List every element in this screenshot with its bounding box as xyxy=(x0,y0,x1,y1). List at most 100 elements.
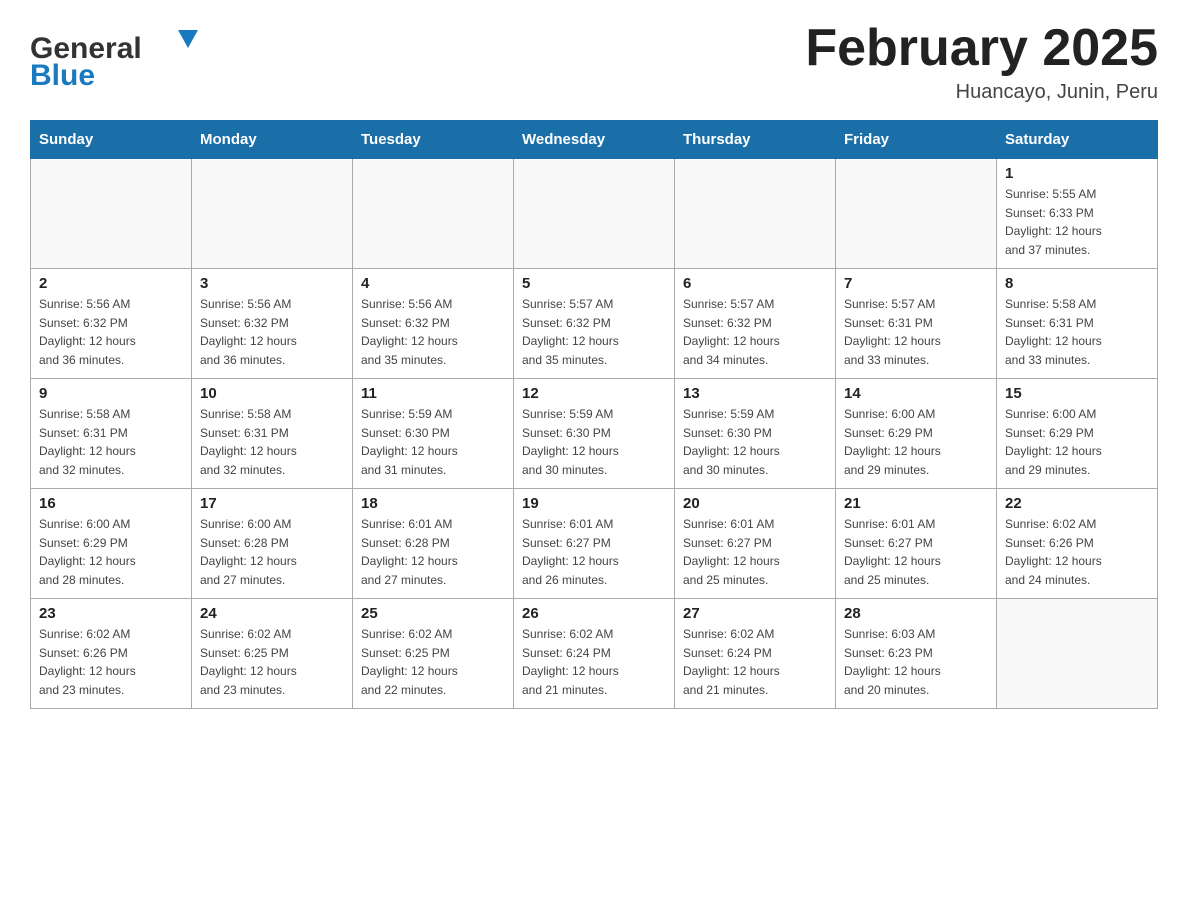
day-number: 15 xyxy=(1005,385,1149,402)
day-number: 7 xyxy=(844,275,988,292)
calendar-day-cell: 10 Sunrise: 5:58 AMSunset: 6:31 PMDayligh… xyxy=(192,379,353,489)
calendar-day-cell xyxy=(192,159,353,269)
day-number: 18 xyxy=(361,495,505,512)
logo-svg: General Blue xyxy=(30,20,210,90)
location-title: Huancayo, Junin, Peru xyxy=(805,81,1158,104)
day-info: Sunrise: 5:58 AMSunset: 6:31 PMDaylight:… xyxy=(39,405,183,479)
day-info: Sunrise: 6:02 AMSunset: 6:26 PMDaylight:… xyxy=(39,625,183,699)
calendar-day-cell: 19 Sunrise: 6:01 AMSunset: 6:27 PMDayligh… xyxy=(514,489,675,599)
day-info: Sunrise: 6:03 AMSunset: 6:23 PMDaylight:… xyxy=(844,625,988,699)
day-number: 26 xyxy=(522,605,666,622)
calendar-day-cell: 6 Sunrise: 5:57 AMSunset: 6:32 PMDaylight… xyxy=(675,269,836,379)
day-number: 1 xyxy=(1005,165,1149,182)
page-header: General Blue February 2025 Huancayo, Jun… xyxy=(30,20,1158,104)
day-info: Sunrise: 6:01 AMSunset: 6:27 PMDaylight:… xyxy=(522,515,666,589)
calendar-day-cell xyxy=(836,159,997,269)
calendar-day-cell: 17 Sunrise: 6:00 AMSunset: 6:28 PMDayligh… xyxy=(192,489,353,599)
day-info: Sunrise: 6:00 AMSunset: 6:29 PMDaylight:… xyxy=(1005,405,1149,479)
calendar-body: 1 Sunrise: 5:55 AMSunset: 6:33 PMDaylight… xyxy=(31,159,1158,709)
calendar-day-cell: 12 Sunrise: 5:59 AMSunset: 6:30 PMDayligh… xyxy=(514,379,675,489)
day-info: Sunrise: 5:57 AMSunset: 6:32 PMDaylight:… xyxy=(522,295,666,369)
day-info: Sunrise: 6:02 AMSunset: 6:26 PMDaylight:… xyxy=(1005,515,1149,589)
calendar-day-cell: 3 Sunrise: 5:56 AMSunset: 6:32 PMDaylight… xyxy=(192,269,353,379)
day-number: 20 xyxy=(683,495,827,512)
weekday-header-row: SundayMondayTuesdayWednesdayThursdayFrid… xyxy=(31,121,1158,159)
day-number: 27 xyxy=(683,605,827,622)
calendar-day-cell: 26 Sunrise: 6:02 AMSunset: 6:24 PMDayligh… xyxy=(514,599,675,709)
weekday-header-cell: Sunday xyxy=(31,121,192,159)
day-info: Sunrise: 5:56 AMSunset: 6:32 PMDaylight:… xyxy=(39,295,183,369)
title-block: February 2025 Huancayo, Junin, Peru xyxy=(805,20,1158,104)
day-info: Sunrise: 5:59 AMSunset: 6:30 PMDaylight:… xyxy=(522,405,666,479)
day-info: Sunrise: 5:57 AMSunset: 6:32 PMDaylight:… xyxy=(683,295,827,369)
calendar-day-cell: 8 Sunrise: 5:58 AMSunset: 6:31 PMDaylight… xyxy=(997,269,1158,379)
weekday-header-cell: Monday xyxy=(192,121,353,159)
day-info: Sunrise: 6:02 AMSunset: 6:24 PMDaylight:… xyxy=(522,625,666,699)
calendar-day-cell: 2 Sunrise: 5:56 AMSunset: 6:32 PMDaylight… xyxy=(31,269,192,379)
day-number: 10 xyxy=(200,385,344,402)
calendar-week-row: 23 Sunrise: 6:02 AMSunset: 6:26 PMDayligh… xyxy=(31,599,1158,709)
day-number: 13 xyxy=(683,385,827,402)
calendar-week-row: 16 Sunrise: 6:00 AMSunset: 6:29 PMDayligh… xyxy=(31,489,1158,599)
day-number: 16 xyxy=(39,495,183,512)
calendar-day-cell: 7 Sunrise: 5:57 AMSunset: 6:31 PMDaylight… xyxy=(836,269,997,379)
svg-text:Blue: Blue xyxy=(30,59,95,90)
day-info: Sunrise: 6:01 AMSunset: 6:27 PMDaylight:… xyxy=(844,515,988,589)
day-info: Sunrise: 5:55 AMSunset: 6:33 PMDaylight:… xyxy=(1005,185,1149,259)
calendar-day-cell: 14Sunrise: 6:00 AMSunset: 6:29 PMDayligh… xyxy=(836,379,997,489)
day-number: 17 xyxy=(200,495,344,512)
day-number: 9 xyxy=(39,385,183,402)
calendar-day-cell: 22 Sunrise: 6:02 AMSunset: 6:26 PMDayligh… xyxy=(997,489,1158,599)
day-number: 3 xyxy=(200,275,344,292)
calendar-day-cell: 11Sunrise: 5:59 AMSunset: 6:30 PMDayligh… xyxy=(353,379,514,489)
day-info: Sunrise: 6:02 AMSunset: 6:25 PMDaylight:… xyxy=(200,625,344,699)
logo: General Blue xyxy=(30,20,210,90)
day-number: 5 xyxy=(522,275,666,292)
day-number: 24 xyxy=(200,605,344,622)
day-number: 12 xyxy=(522,385,666,402)
calendar-day-cell xyxy=(31,159,192,269)
day-info: Sunrise: 5:58 AMSunset: 6:31 PMDaylight:… xyxy=(200,405,344,479)
calendar-day-cell: 23 Sunrise: 6:02 AMSunset: 6:26 PMDayligh… xyxy=(31,599,192,709)
calendar-day-cell: 28Sunrise: 6:03 AMSunset: 6:23 PMDayligh… xyxy=(836,599,997,709)
day-info: Sunrise: 5:57 AMSunset: 6:31 PMDaylight:… xyxy=(844,295,988,369)
day-info: Sunrise: 6:02 AMSunset: 6:24 PMDaylight:… xyxy=(683,625,827,699)
calendar-day-cell: 20 Sunrise: 6:01 AMSunset: 6:27 PMDayligh… xyxy=(675,489,836,599)
calendar-day-cell: 4 Sunrise: 5:56 AMSunset: 6:32 PMDaylight… xyxy=(353,269,514,379)
day-number: 19 xyxy=(522,495,666,512)
calendar-day-cell: 21 Sunrise: 6:01 AMSunset: 6:27 PMDayligh… xyxy=(836,489,997,599)
weekday-header-cell: Thursday xyxy=(675,121,836,159)
calendar-day-cell xyxy=(997,599,1158,709)
day-info: Sunrise: 5:56 AMSunset: 6:32 PMDaylight:… xyxy=(200,295,344,369)
day-info: Sunrise: 6:01 AMSunset: 6:28 PMDaylight:… xyxy=(361,515,505,589)
day-number: 25 xyxy=(361,605,505,622)
calendar-day-cell: 1 Sunrise: 5:55 AMSunset: 6:33 PMDaylight… xyxy=(997,159,1158,269)
month-title: February 2025 xyxy=(805,20,1158,77)
day-info: Sunrise: 6:00 AMSunset: 6:28 PMDaylight:… xyxy=(200,515,344,589)
day-info: Sunrise: 5:56 AMSunset: 6:32 PMDaylight:… xyxy=(361,295,505,369)
day-number: 23 xyxy=(39,605,183,622)
calendar-week-row: 2 Sunrise: 5:56 AMSunset: 6:32 PMDaylight… xyxy=(31,269,1158,379)
day-info: Sunrise: 6:01 AMSunset: 6:27 PMDaylight:… xyxy=(683,515,827,589)
day-number: 21 xyxy=(844,495,988,512)
day-info: Sunrise: 5:58 AMSunset: 6:31 PMDaylight:… xyxy=(1005,295,1149,369)
calendar-week-row: 9 Sunrise: 5:58 AMSunset: 6:31 PMDaylight… xyxy=(31,379,1158,489)
day-number: 2 xyxy=(39,275,183,292)
calendar-day-cell: 16 Sunrise: 6:00 AMSunset: 6:29 PMDayligh… xyxy=(31,489,192,599)
weekday-header-cell: Tuesday xyxy=(353,121,514,159)
calendar-table: SundayMondayTuesdayWednesdayThursdayFrid… xyxy=(30,120,1158,709)
day-number: 22 xyxy=(1005,495,1149,512)
weekday-header-cell: Wednesday xyxy=(514,121,675,159)
day-info: Sunrise: 6:00 AMSunset: 6:29 PMDaylight:… xyxy=(39,515,183,589)
weekday-header-cell: Friday xyxy=(836,121,997,159)
day-info: Sunrise: 5:59 AMSunset: 6:30 PMDaylight:… xyxy=(683,405,827,479)
calendar-day-cell: 15 Sunrise: 6:00 AMSunset: 6:29 PMDayligh… xyxy=(997,379,1158,489)
calendar-day-cell: 24 Sunrise: 6:02 AMSunset: 6:25 PMDayligh… xyxy=(192,599,353,709)
calendar-day-cell: 9 Sunrise: 5:58 AMSunset: 6:31 PMDaylight… xyxy=(31,379,192,489)
day-number: 6 xyxy=(683,275,827,292)
day-info: Sunrise: 6:02 AMSunset: 6:25 PMDaylight:… xyxy=(361,625,505,699)
calendar-day-cell xyxy=(353,159,514,269)
day-number: 8 xyxy=(1005,275,1149,292)
day-number: 4 xyxy=(361,275,505,292)
calendar-day-cell xyxy=(514,159,675,269)
